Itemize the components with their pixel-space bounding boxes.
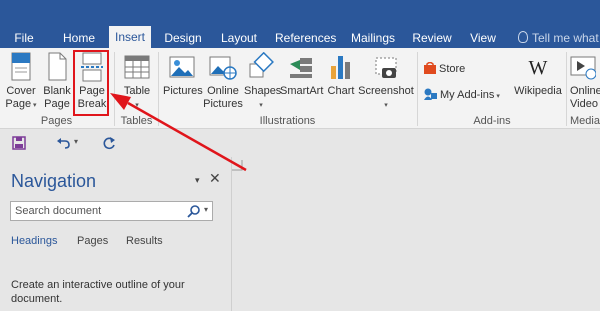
wikipedia-button[interactable]: W Wikipedia (513, 52, 563, 98)
quick-access-toolbar: ▾ (0, 129, 232, 157)
screenshot-icon (375, 57, 397, 78)
tab-insert[interactable]: Insert (109, 26, 151, 48)
table-icon (124, 55, 150, 79)
tab-view[interactable]: View (466, 28, 500, 48)
store-icon (424, 61, 436, 74)
group-label-tables: Tables (120, 115, 153, 127)
online-pictures-label-1: Online (207, 85, 239, 97)
tab-design[interactable]: Design (161, 28, 205, 48)
dropdown-arrow-icon: ▾ (384, 102, 388, 109)
page-corner-marker (232, 160, 243, 171)
redo-icon[interactable] (102, 136, 116, 150)
cover-page-label-1: Cover (6, 85, 36, 97)
wikipedia-icon: W (529, 57, 548, 79)
my-addins-label: My Add-ins (440, 89, 495, 101)
tab-headings[interactable]: Headings (11, 235, 57, 247)
shapes-icon (249, 52, 274, 78)
navigation-description: Create an interactive outline of your do… (11, 279, 185, 305)
search-input[interactable] (11, 202, 179, 220)
navigation-pane: Navigation ▾ ✕ ▾ Headings Pages Results … (0, 157, 232, 311)
pictures-button[interactable]: Pictures (163, 52, 203, 98)
group-label-pages: Pages (40, 115, 73, 127)
my-addins-button[interactable]: My Add-ins ▾ (424, 88, 500, 101)
blank-page-icon (48, 52, 67, 81)
tell-me-text: Tell me what y (532, 31, 600, 45)
svg-text:W: W (529, 57, 548, 79)
tab-home[interactable]: Home (58, 28, 100, 48)
online-pictures-icon (209, 56, 237, 80)
smartart-icon (290, 58, 312, 78)
chart-label: Chart (327, 85, 355, 97)
my-addins-icon (424, 88, 437, 100)
chart-icon (331, 56, 350, 79)
online-video-icon (570, 56, 596, 80)
tab-review[interactable]: Review (412, 28, 452, 48)
store-label: Store (439, 63, 466, 75)
dropdown-arrow-icon: ▾ (135, 102, 139, 109)
table-button[interactable]: Table ▾ (120, 52, 154, 112)
blank-page-label-2: Page (44, 98, 70, 110)
ribbon-tab-bar: File Home Insert Design Layout Reference… (0, 0, 600, 48)
smartart-label: SmartArt (280, 85, 324, 97)
screenshot-button[interactable]: Screenshot ▾ (358, 52, 414, 112)
tab-mailings[interactable]: Mailings (349, 28, 397, 48)
chart-button[interactable]: Chart (326, 52, 356, 98)
dropdown-arrow-icon: ▾ (494, 93, 500, 100)
group-label-illustrations: Illustrations (259, 115, 316, 127)
group-label-addins: Add-ins (473, 115, 511, 127)
cover-page-icon (11, 52, 31, 81)
online-pictures-label-2: Pictures (203, 98, 243, 110)
wikipedia-label: Wikipedia (514, 85, 562, 97)
blank-page-label-1: Blank (43, 85, 71, 97)
tell-me-box[interactable]: Tell me what y (518, 28, 600, 48)
search-icon[interactable] (187, 204, 201, 218)
shapes-label: Shapes (244, 85, 282, 97)
cover-page-label-2: Page (5, 98, 32, 110)
dropdown-arrow-icon: ▾ (31, 102, 37, 109)
tab-pages[interactable]: Pages (77, 235, 108, 247)
tab-references[interactable]: References (275, 28, 336, 48)
store-button[interactable]: Store (424, 61, 466, 75)
online-video-label-2: Video (570, 98, 598, 110)
save-icon[interactable] (12, 136, 26, 150)
pictures-label: Pictures (163, 85, 203, 97)
undo-icon[interactable] (56, 136, 70, 150)
tab-results[interactable]: Results (126, 235, 163, 247)
navigation-title: Navigation (11, 171, 97, 191)
cover-page-button[interactable]: Cover Page ▾ (3, 52, 39, 112)
page-break-highlight (73, 50, 109, 116)
tab-file[interactable]: File (8, 28, 40, 48)
lightbulb-icon (518, 31, 528, 43)
search-dropdown-icon[interactable]: ▾ (204, 205, 208, 214)
smartart-button[interactable]: SmartArt (280, 52, 324, 98)
close-icon[interactable]: ✕ (209, 170, 221, 187)
tab-layout[interactable]: Layout (218, 28, 260, 48)
table-label: Table (123, 85, 151, 97)
blank-page-button[interactable]: Blank Page (41, 52, 73, 111)
online-pictures-button[interactable]: Online Pictures (203, 52, 243, 111)
dropdown-arrow-icon: ▾ (259, 102, 263, 109)
group-label-media: Media (570, 115, 600, 127)
search-document-box: ▾ (10, 201, 213, 221)
pictures-icon (169, 56, 195, 78)
shapes-button[interactable]: Shapes ▾ (244, 52, 282, 112)
screenshot-label: Screenshot (358, 85, 414, 97)
online-video-label-1: Online (570, 85, 600, 97)
pane-options-icon[interactable]: ▾ (195, 175, 200, 186)
online-video-button[interactable]: Online Video (570, 52, 600, 111)
undo-dropdown-icon[interactable]: ▾ (74, 137, 78, 146)
